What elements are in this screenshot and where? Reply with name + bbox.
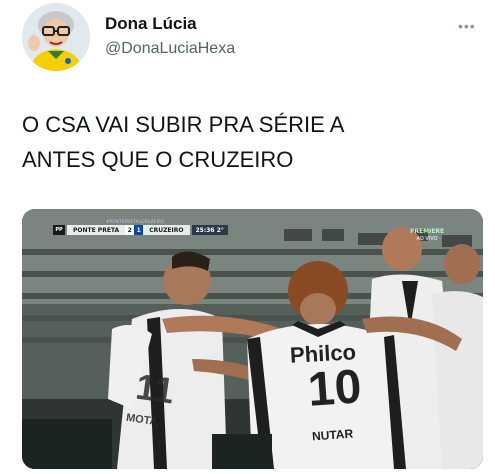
- away-team-name: CRUZEIRO: [143, 225, 190, 235]
- away-score: 1: [134, 225, 144, 235]
- shirt-number-secondary: 11: [133, 365, 177, 412]
- shirt-number: 10: [306, 360, 364, 417]
- broadcaster-name: PREMIERE: [410, 228, 445, 235]
- broadcaster-logo: PREMIERE AO VIVO: [410, 228, 444, 242]
- author-name[interactable]: Dona Lúcia: [105, 14, 197, 34]
- tweet-text-line: O CSA VAI SUBIR PRA SÉRIE A: [22, 112, 345, 137]
- scorebug: PP PONTE PRETA 2 1 CRUZEIRO 25:36 2°: [53, 224, 228, 236]
- celebration-photo: [22, 209, 483, 469]
- match-clock: 25:36 2°: [191, 225, 228, 235]
- home-team-name: PONTE PRETA: [67, 225, 126, 235]
- more-options-icon[interactable]: •••: [458, 18, 476, 34]
- tweet-media-photo[interactable]: #PONTEPRETAxCRUZEIRO PP PONTE PRETA 2 1 …: [22, 209, 483, 469]
- broadcaster-live-label: AO VIVO: [416, 236, 438, 242]
- avatar[interactable]: [22, 3, 90, 71]
- tweet-text: O CSA VAI SUBIR PRA SÉRIE A ANTES QUE O …: [22, 107, 482, 177]
- tweet-text-line: ANTES QUE O CRUZEIRO: [22, 147, 294, 172]
- shirt-player-name: NUTAR: [311, 426, 354, 444]
- author-handle[interactable]: @DonaLuciaHexa: [105, 40, 235, 58]
- home-club-logo-icon: PP: [53, 225, 65, 235]
- avatar-illustration: [22, 3, 90, 71]
- home-score: 2: [125, 225, 135, 235]
